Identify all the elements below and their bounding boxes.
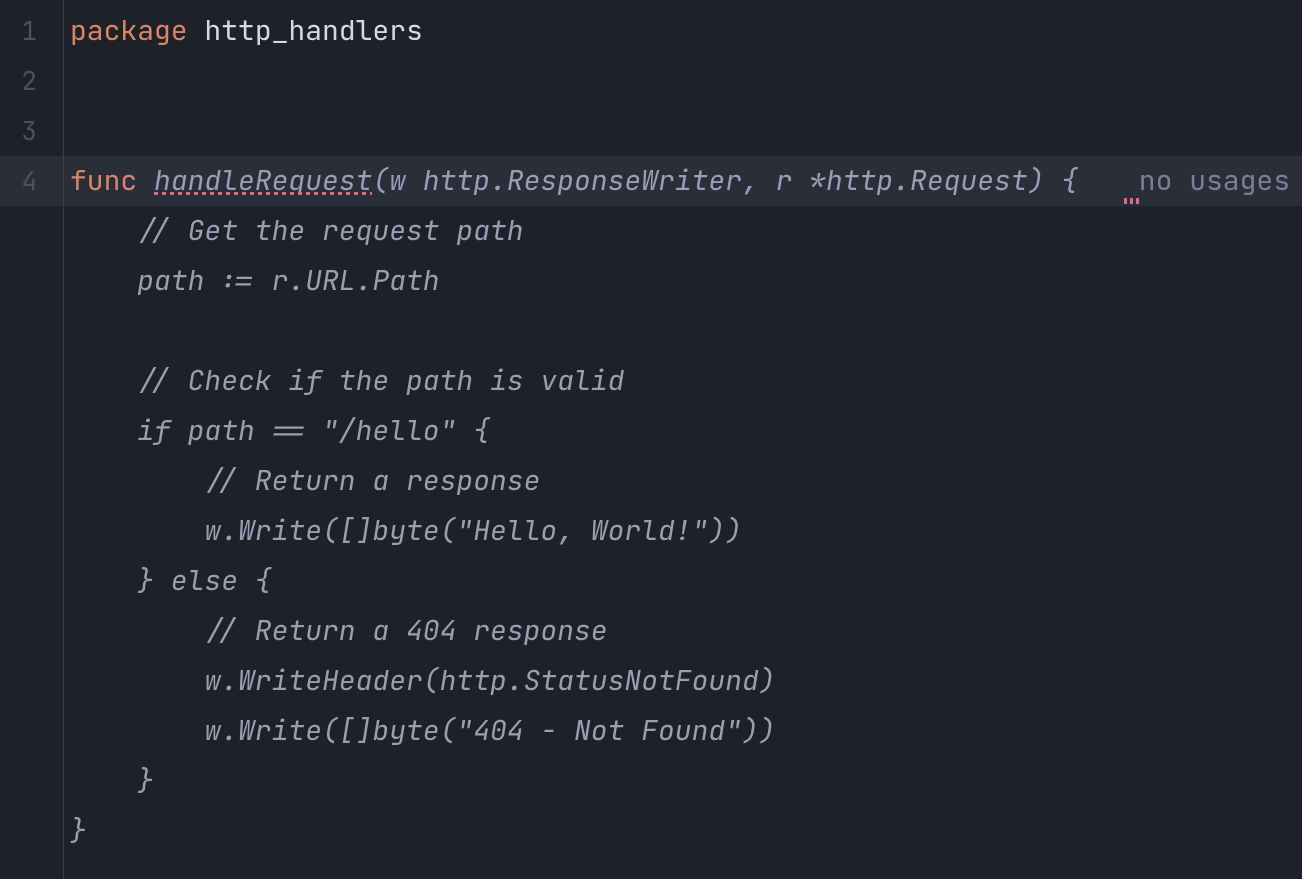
code-line[interactable]: // Get the request path (64, 206, 1302, 256)
code-line[interactable]: } (64, 756, 1302, 806)
keyword-package: package (70, 12, 188, 49)
line-number[interactable]: 2 (0, 56, 63, 106)
code-text: // Get the request path (70, 212, 524, 249)
code-text: w.WriteHeader(http.StatusNotFound) (70, 662, 776, 699)
function-name[interactable]: handleRequest (154, 162, 372, 199)
code-editor[interactable]: 1 2 3 4 package http_handlers func handl… (0, 0, 1302, 879)
code-line[interactable] (64, 306, 1302, 356)
code-line[interactable]: // Return a 404 response (64, 606, 1302, 656)
code-line[interactable]: w.WriteHeader(http.StatusNotFound) (64, 656, 1302, 706)
code-text: w.Write([]byte("Hello, World!")) (70, 512, 742, 549)
code-line[interactable]: w.Write([]byte("404 - Not Found")) (64, 706, 1302, 756)
code-line[interactable]: if path == "/hello" { (64, 406, 1302, 456)
code-area[interactable]: package http_handlers func handleRequest… (64, 0, 1302, 879)
inlay-hint-no-usages[interactable]: no usages (1139, 156, 1290, 206)
code-text: w.Write([]byte("404 - Not Found")) (70, 712, 776, 749)
code-text: path := r.URL.Path (70, 262, 440, 299)
code-text: } else { (70, 562, 272, 599)
code-line[interactable]: func handleRequest(w http.ResponseWriter… (64, 156, 1302, 206)
code-line[interactable]: } (64, 806, 1302, 856)
keyword-func: func (70, 162, 137, 199)
line-number-gutter: 1 2 3 4 (0, 0, 64, 879)
code-line[interactable] (64, 56, 1302, 106)
code-line[interactable]: w.Write([]byte("Hello, World!")) (64, 506, 1302, 556)
code-text: if path == "/hello" { (70, 412, 490, 449)
code-text: // Return a 404 response (70, 612, 608, 649)
code-text: } (70, 812, 87, 849)
code-line[interactable] (64, 106, 1302, 156)
code-text: // Check if the path is valid (70, 362, 624, 399)
code-line[interactable]: // Return a response (64, 456, 1302, 506)
code-line[interactable]: } else { (64, 556, 1302, 606)
code-line[interactable]: path := r.URL.Path (64, 256, 1302, 306)
code-line[interactable]: package http_handlers (64, 6, 1302, 56)
package-name: http_handlers (204, 12, 422, 49)
code-line[interactable]: // Check if the path is valid (64, 356, 1302, 406)
function-signature: (w http.ResponseWriter, r *http.Request)… (372, 162, 1078, 199)
line-number[interactable]: 1 (0, 6, 63, 56)
code-text: // Return a response (70, 462, 540, 499)
line-number[interactable]: 3 (0, 106, 63, 156)
code-text: } (70, 762, 154, 799)
line-number[interactable]: 4 (0, 156, 63, 206)
